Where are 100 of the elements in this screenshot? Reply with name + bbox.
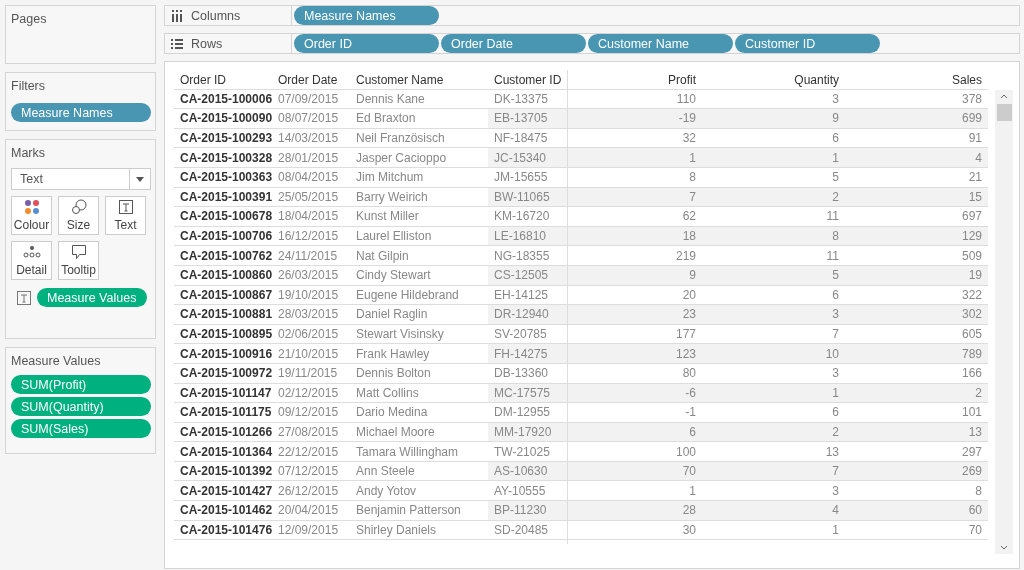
table-cell: 02/12/2015 — [272, 383, 350, 404]
table-cell: CA-2015-100762 — [174, 246, 272, 266]
table-cell: 1 — [702, 148, 845, 168]
table-cell: DB-13360 — [488, 363, 568, 384]
panel-title: Pages — [11, 12, 47, 26]
table-cell: CA-2015-100090 — [174, 109, 272, 129]
table-cell: 3 — [702, 305, 845, 325]
table-cell: 100 — [568, 442, 702, 462]
table-cell: Jim Mitchum — [350, 167, 488, 188]
table-cell: BW-11065 — [488, 187, 568, 208]
table-cell: 30 — [568, 520, 702, 541]
column-header: Profit — [568, 70, 702, 90]
table-cell: 509 — [845, 246, 988, 266]
table-cell: CA-2015-100916 — [174, 344, 272, 364]
table-cell: 9 — [702, 109, 845, 129]
text-icon — [17, 290, 31, 305]
table-cell: 15 — [845, 187, 988, 208]
speech-bubble-icon — [70, 244, 87, 260]
panel-title: Measure Values — [11, 354, 101, 368]
table-cell: MC-17575 — [488, 383, 568, 404]
measure-pill[interactable]: SUM(Profit) — [11, 375, 151, 394]
table-cell: CA-2015-100678 — [174, 207, 272, 227]
shelf-pill[interactable]: Order ID — [294, 34, 439, 53]
column-header: Order Date — [272, 70, 350, 90]
panel-title: Marks — [11, 146, 46, 160]
table-cell: 697 — [845, 207, 988, 227]
table-cell: 269 — [845, 461, 988, 482]
table-cell: 789 — [845, 344, 988, 364]
table-cell: Shirley Daniels — [350, 520, 488, 541]
table-cell: 699 — [845, 109, 988, 129]
table-cell: 18 — [568, 226, 702, 247]
table-cell: 62 — [568, 207, 702, 227]
table-cell: CA-2015-101175 — [174, 403, 272, 423]
table-cell: 1 — [702, 383, 845, 404]
table-cell: JM-15655 — [488, 167, 568, 188]
text-icon — [117, 199, 134, 215]
table-cell: CS-12505 — [488, 265, 568, 286]
table-cell: 2 — [845, 383, 988, 404]
table-cell: 101 — [845, 403, 988, 423]
mark-card[interactable]: Text — [105, 196, 146, 235]
table-cell: TW-21025 — [488, 442, 568, 462]
table-cell: Neil Französisch — [350, 128, 488, 149]
shelf-pill[interactable]: Order Date — [441, 34, 586, 53]
table-cell: CA-2015-100895 — [174, 324, 272, 345]
table-cell: BP-11230 — [488, 501, 568, 521]
table-cell: 70 — [568, 461, 702, 482]
mark-card[interactable]: Size — [58, 196, 99, 235]
shelf-pill[interactable]: Customer ID — [735, 34, 880, 53]
table-cell: 219 — [568, 246, 702, 266]
table-cell: CA-2015-100363 — [174, 167, 272, 188]
table-cell: 80 — [568, 363, 702, 384]
table-cell: KM-16720 — [488, 207, 568, 227]
scroll-down-icon[interactable] — [1000, 544, 1008, 550]
mark-card[interactable]: Detail — [11, 241, 52, 280]
table-cell: Dennis Bolton — [350, 363, 488, 384]
scroll-thumb[interactable] — [996, 104, 1012, 121]
table-cell: Nat Gilpin — [350, 246, 488, 266]
table-cell: 7 — [702, 461, 845, 482]
table-cell: 21 — [845, 167, 988, 188]
table-cell: CA-2015-101462 — [174, 501, 272, 521]
table-cell: 07/09/2015 — [272, 89, 350, 110]
table-cell: 11 — [702, 207, 845, 227]
table-cell: 19 — [845, 265, 988, 286]
table-cell: 27/08/2015 — [272, 422, 350, 443]
measure-pill[interactable]: SUM(Quantity) — [11, 397, 151, 416]
table-cell: CA-2015-100860 — [174, 265, 272, 286]
colour-dots-icon — [23, 199, 40, 215]
mark-card[interactable]: Colour — [11, 196, 52, 235]
measure-pill[interactable]: SUM(Sales) — [11, 419, 151, 438]
table-cell: -6 — [568, 383, 702, 404]
table-cell: 18/04/2015 — [272, 207, 350, 227]
shelf-pill[interactable]: Customer Name — [588, 34, 733, 53]
table-cell: 123 — [568, 344, 702, 364]
table-cell: 70 — [845, 520, 988, 541]
table-cell: 07/12/2015 — [272, 461, 350, 482]
table-cell: 5 — [702, 265, 845, 286]
table-cell: Tamara Willingham — [350, 442, 488, 462]
table-cell: EB-13705 — [488, 109, 568, 129]
table-cell: 9 — [568, 265, 702, 286]
table-cell: -1 — [568, 403, 702, 423]
scroll-up-icon[interactable] — [1000, 94, 1008, 99]
mark-type-dropdown[interactable]: Text — [11, 168, 151, 190]
table-cell: 7 — [568, 187, 702, 208]
shelf-pill[interactable]: Measure Names — [294, 6, 439, 25]
field-pill[interactable]: Measure Values — [37, 288, 147, 307]
filter-pill[interactable]: Measure Names — [11, 103, 151, 122]
table-cell: AS-10630 — [488, 461, 568, 482]
mark-card[interactable]: Tooltip — [58, 241, 99, 280]
table-cell: 60 — [845, 501, 988, 521]
table-cell: Eugene Hildebrand — [350, 285, 488, 306]
detail-dots-icon — [22, 244, 41, 260]
scrollbar[interactable] — [995, 90, 1013, 554]
table-cell: DM-12955 — [488, 403, 568, 423]
table-cell: 302 — [845, 305, 988, 325]
table-cell: 23 — [568, 305, 702, 325]
table-cell: CA-2015-101392 — [174, 461, 272, 482]
table-cell: 22/12/2015 — [272, 442, 350, 462]
table-cell: 2 — [702, 187, 845, 208]
table-cell: SD-20485 — [488, 520, 568, 541]
table-cell: DR-12940 — [488, 305, 568, 325]
